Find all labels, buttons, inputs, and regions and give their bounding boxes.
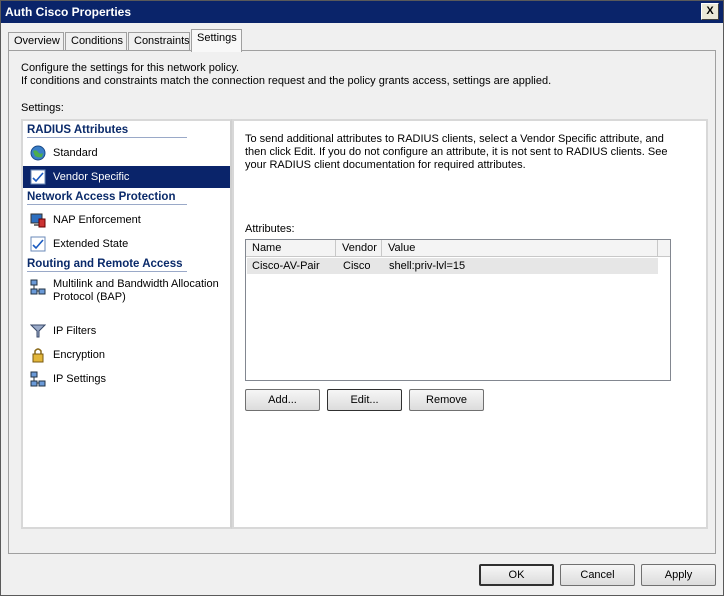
remove-button[interactable]: Remove <box>409 389 484 411</box>
globe-icon <box>30 145 46 161</box>
nav-category-nap: Network Access Protection <box>27 191 187 205</box>
tab-constraints[interactable]: Constraints <box>128 32 190 51</box>
funnel-icon <box>30 324 46 338</box>
apply-button[interactable]: Apply <box>641 564 716 586</box>
vendor-specific-description: To send additional attributes to RADIUS … <box>245 133 668 171</box>
tab-settings[interactable]: Settings <box>191 29 242 52</box>
tab-conditions[interactable]: Conditions <box>65 32 127 51</box>
close-button[interactable]: X <box>701 3 719 20</box>
column-header-value[interactable]: Value <box>382 240 658 257</box>
settings-nav: RADIUS Attributes Standard Vendor Specif… <box>21 119 232 529</box>
cancel-button[interactable]: Cancel <box>560 564 635 586</box>
column-header-name[interactable]: Name <box>246 240 336 257</box>
nav-category-routing: Routing and Remote Access <box>27 258 187 272</box>
checklist-icon <box>30 236 46 252</box>
table-row[interactable]: Cisco-AV-Pair Cisco shell:priv-lvl=15 <box>247 258 658 274</box>
intro-text: Configure the settings for this network … <box>21 62 552 87</box>
add-button[interactable]: Add... <box>245 389 320 411</box>
checklist-icon <box>30 169 46 185</box>
nap-monitor-icon <box>30 213 46 228</box>
vendor-specific-pane: To send additional attributes to RADIUS … <box>232 119 708 529</box>
settings-label: Settings: <box>21 102 64 114</box>
cell-name: Cisco-AV-Pair <box>252 260 320 272</box>
attributes-label: Attributes: <box>245 223 295 235</box>
nav-item-encryption[interactable]: Encryption <box>23 344 230 366</box>
attributes-list-header: Name Vendor Value <box>246 240 670 257</box>
nav-item-nap-enforcement[interactable]: NAP Enforcement <box>23 209 230 231</box>
nav-item-ip-settings[interactable]: IP Settings <box>23 368 230 390</box>
nav-item-ip-filters[interactable]: IP Filters <box>23 320 230 342</box>
cell-value: shell:priv-lvl=15 <box>389 260 466 272</box>
lock-icon <box>32 348 44 363</box>
nav-item-standard[interactable]: Standard <box>23 142 230 164</box>
tab-overview[interactable]: Overview <box>8 32 64 51</box>
cell-vendor: Cisco <box>343 260 371 272</box>
ok-button[interactable]: OK <box>479 564 554 586</box>
attributes-list[interactable]: Name Vendor Value Cisco-AV-Pair Cisco sh… <box>245 239 671 381</box>
nav-item-multilink-bap[interactable]: Multilink and Bandwidth Allocation Proto… <box>23 276 230 306</box>
window-title: Auth Cisco Properties <box>5 5 132 19</box>
settings-tab-panel: Configure the settings for this network … <box>8 50 716 554</box>
nav-item-extended-state[interactable]: Extended State <box>23 233 230 255</box>
column-header-vendor[interactable]: Vendor <box>336 240 382 257</box>
title-bar: Auth Cisco Properties X <box>1 1 723 23</box>
nav-category-radius: RADIUS Attributes <box>27 124 187 138</box>
network-icon <box>30 371 46 387</box>
network-icon <box>30 279 46 295</box>
edit-button[interactable]: Edit... <box>327 389 402 411</box>
nav-item-vendor-specific[interactable]: Vendor Specific <box>23 166 230 188</box>
close-icon: X <box>706 5 714 17</box>
properties-dialog: Auth Cisco Properties X Overview Conditi… <box>0 0 724 596</box>
column-header-filler <box>658 240 670 257</box>
